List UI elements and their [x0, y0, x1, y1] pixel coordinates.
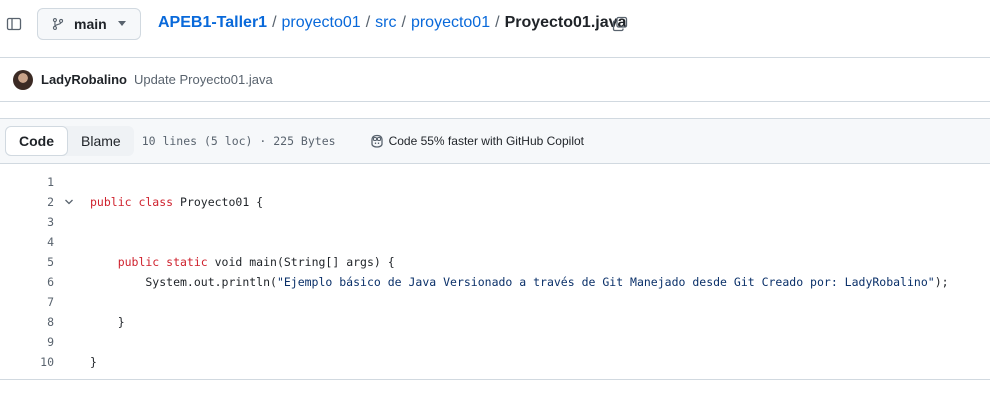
line-number[interactable]: 3 — [0, 212, 54, 232]
code-line: 8 } — [0, 312, 990, 332]
branch-name: main — [74, 16, 107, 32]
code-line: 9 — [0, 332, 990, 352]
code-token: ); — [934, 275, 949, 289]
breadcrumb-file-name: Proyecto01.java — [504, 14, 627, 31]
code-line: 4 — [0, 232, 990, 252]
code-token: Proyecto01 { — [173, 195, 264, 209]
code-token: } — [90, 355, 97, 369]
copilot-icon — [370, 134, 383, 148]
line-number[interactable]: 2 — [0, 192, 54, 212]
code-token: public class — [90, 195, 174, 209]
copilot-promo-link[interactable]: Code 55% faster with GitHub Copilot — [369, 133, 584, 149]
copilot-promo-text: Code 55% faster with GitHub Copilot — [388, 134, 584, 148]
code-line: 10 } — [0, 352, 990, 372]
line-number[interactable]: 8 — [0, 312, 54, 332]
tab-blame[interactable]: Blame — [68, 126, 134, 156]
code-line: 2 public class Proyecto01 { — [0, 192, 990, 212]
code-token: System.out.println( — [90, 275, 277, 289]
breadcrumb-separator: / — [401, 14, 406, 31]
tab-code[interactable]: Code — [5, 126, 68, 156]
code-token: (String[] args) { — [276, 255, 395, 269]
avatar[interactable] — [13, 69, 33, 90]
view-mode-toggle: Code Blame — [5, 126, 134, 156]
line-number[interactable]: 1 — [0, 172, 54, 192]
breadcrumb: APEB1-Taller1 / proyecto01 / src / proye… — [158, 14, 626, 32]
code-line: 1 — [0, 172, 990, 192]
breadcrumb-separator: / — [495, 14, 500, 31]
code-text: } — [90, 312, 125, 332]
code-token: main — [249, 255, 277, 269]
code-text: public static void main(String[] args) { — [90, 252, 395, 272]
commit-author-link[interactable]: LadyRobalino — [41, 72, 127, 87]
git-branch-icon — [52, 18, 64, 30]
line-number[interactable]: 4 — [0, 232, 54, 252]
code-token: public static — [90, 255, 208, 269]
code-text: } — [90, 352, 97, 372]
code-view: 1 2 public class Proyecto01 { 3 4 5 publ… — [0, 172, 990, 380]
file-nav-bar: main APEB1-Taller1 / proyecto01 / src / … — [0, 0, 990, 50]
code-text: System.out.println("Ejemplo básico de Ja… — [90, 272, 949, 292]
code-line: 5 public static void main(String[] args)… — [0, 252, 990, 272]
code-line: 3 — [0, 212, 990, 232]
latest-commit-bar: LadyRobalino Update Proyecto01.java — [0, 57, 990, 102]
breadcrumb-separator: / — [365, 14, 371, 31]
commit-message-link[interactable]: Update Proyecto01.java — [134, 72, 273, 87]
code-token: void — [207, 255, 250, 269]
code-token: } — [90, 315, 125, 329]
line-number[interactable]: 5 — [0, 252, 54, 272]
file-header: Code Blame 10 lines (5 loc) · 225 Bytes … — [0, 118, 990, 164]
code-line: 6 System.out.println("Ejemplo básico de … — [0, 272, 990, 292]
chevron-down-icon[interactable] — [64, 198, 74, 206]
chevron-down-icon — [118, 21, 126, 26]
breadcrumb-separator: / — [272, 14, 277, 31]
sidebar-toggle-icon[interactable] — [6, 16, 22, 32]
code-line: 7 — [0, 292, 990, 312]
line-number[interactable]: 10 — [0, 352, 54, 372]
code-token: "Ejemplo básico de Java Versionado a tra… — [276, 275, 935, 289]
breadcrumb-repo-link[interactable]: APEB1-Taller1 — [158, 14, 267, 32]
copy-icon[interactable] — [612, 16, 628, 32]
line-number[interactable]: 6 — [0, 272, 54, 292]
file-meta: 10 lines (5 loc) · 225 Bytes — [141, 134, 336, 148]
breadcrumb-dir-link[interactable]: proyecto01 — [282, 14, 361, 32]
line-number[interactable]: 9 — [0, 332, 54, 352]
breadcrumb-dir-link[interactable]: proyecto01 — [411, 14, 490, 32]
code-text: public class Proyecto01 { — [90, 192, 263, 212]
branch-selector-button[interactable]: main — [37, 8, 141, 40]
line-number[interactable]: 7 — [0, 292, 54, 312]
breadcrumb-dir-link[interactable]: src — [375, 14, 396, 32]
